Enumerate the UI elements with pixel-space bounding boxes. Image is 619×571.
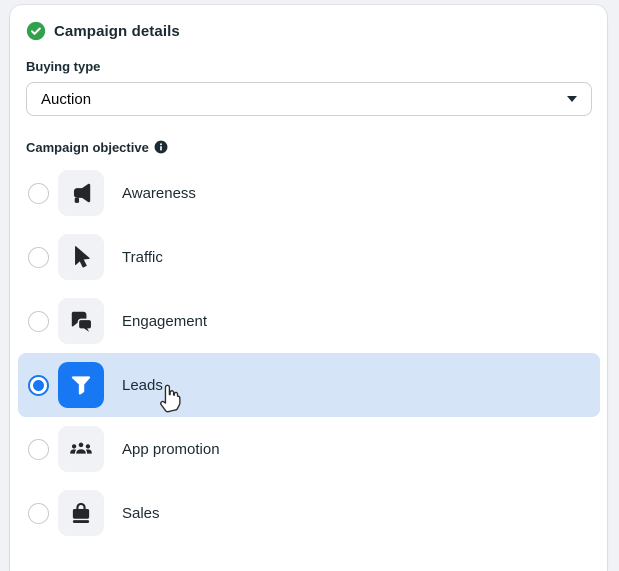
radio-sales[interactable] — [28, 502, 49, 524]
radio-app-promotion[interactable] — [28, 438, 49, 460]
objective-option-sales[interactable]: Sales — [18, 481, 600, 545]
option-label: Leads — [122, 376, 163, 394]
objective-option-traffic[interactable]: Traffic — [18, 225, 600, 289]
objective-option-engagement[interactable]: Engagement — [18, 289, 600, 353]
shopping-bag-icon — [58, 490, 104, 536]
funnel-icon — [58, 362, 104, 408]
option-label: Awareness — [122, 184, 196, 202]
buying-type-label: Buying type — [26, 58, 101, 74]
megaphone-icon — [58, 170, 104, 216]
radio-engagement[interactable] — [28, 310, 49, 332]
radio-traffic[interactable] — [28, 246, 49, 268]
card-header: Campaign details — [26, 21, 591, 41]
objective-option-awareness[interactable]: Awareness — [18, 161, 600, 225]
card-title: Campaign details — [54, 22, 180, 40]
caret-down-icon — [567, 96, 577, 102]
chat-bubbles-icon — [58, 298, 104, 344]
campaign-details-card: Campaign details Buying type Auction Cam… — [10, 5, 607, 571]
objective-option-app-promotion[interactable]: App promotion — [18, 417, 600, 481]
option-label: Engagement — [122, 312, 208, 330]
buying-type-select[interactable]: Auction — [26, 82, 592, 116]
objective-options-list: Awareness Traffic Engagement Leads App p… — [18, 161, 600, 545]
radio-leads[interactable] — [28, 374, 49, 396]
info-icon[interactable] — [154, 140, 168, 154]
option-label: Sales — [122, 504, 160, 522]
radio-awareness[interactable] — [28, 182, 49, 204]
check-circle-icon — [26, 21, 46, 41]
objective-option-leads[interactable]: Leads — [18, 353, 600, 417]
option-label: Traffic — [122, 248, 163, 266]
cursor-arrow-icon — [58, 234, 104, 280]
buying-type-value: Auction — [41, 90, 92, 108]
people-group-icon — [58, 426, 104, 472]
option-label: App promotion — [122, 440, 220, 458]
campaign-objective-label: Campaign objective — [26, 139, 591, 155]
